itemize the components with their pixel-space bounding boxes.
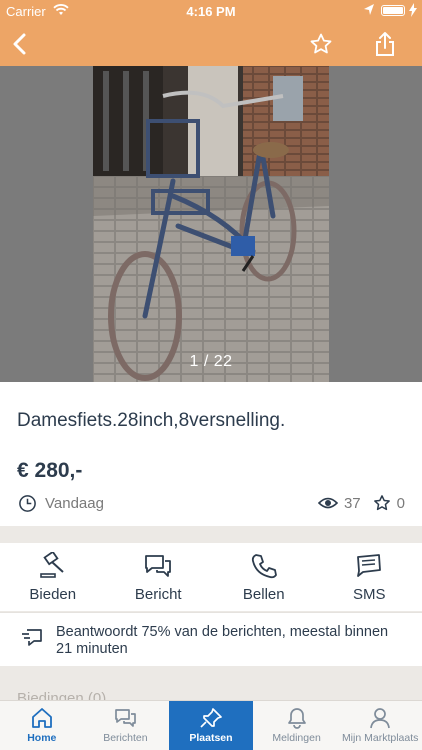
eye-icon bbox=[317, 497, 338, 509]
tab-notifications[interactable]: Meldingen bbox=[255, 701, 339, 750]
tab-home[interactable]: Home bbox=[0, 701, 84, 750]
battery-icon bbox=[381, 5, 405, 16]
tab-bar: Home Berichten Plaatsen Meldingen Mijn M… bbox=[0, 700, 422, 750]
tab-place-ad[interactable]: Plaatsen bbox=[169, 701, 253, 750]
action-label: Bieden bbox=[29, 586, 77, 603]
date-label: Vandaag bbox=[45, 495, 104, 512]
views-count: 37 bbox=[343, 494, 361, 512]
chat-icon bbox=[145, 555, 172, 577]
response-text: Beantwoordt 75% van de berichten, meesta… bbox=[56, 624, 389, 657]
nav-bar bbox=[0, 22, 422, 66]
tab-label: Berichten bbox=[103, 732, 148, 744]
place-ad-icon bbox=[200, 708, 222, 728]
share-button[interactable] bbox=[371, 30, 399, 58]
listing-date: Vandaag bbox=[18, 494, 104, 513]
tab-my-account[interactable]: Mijn Marktplaats bbox=[338, 701, 422, 750]
favorite-button[interactable] bbox=[307, 30, 335, 58]
bell-icon bbox=[287, 708, 306, 729]
photo-gallery[interactable]: 1 / 22 bbox=[0, 66, 422, 382]
phone-icon bbox=[251, 554, 277, 579]
listing-info-card: Damesfiets.28inch,8versnelling. € 280,- … bbox=[0, 382, 422, 526]
location-icon bbox=[363, 3, 375, 20]
status-time: 4:16 PM bbox=[186, 4, 236, 19]
listing-price: € 280,- bbox=[17, 459, 83, 482]
messages-icon bbox=[115, 709, 137, 727]
listing-photo[interactable] bbox=[93, 66, 329, 382]
share-icon bbox=[376, 32, 394, 56]
action-label: Bericht bbox=[134, 586, 182, 603]
bid-button[interactable]: Bieden bbox=[0, 543, 106, 611]
tab-label: Mijn Marktplaats bbox=[341, 732, 419, 744]
fast-reply-icon bbox=[22, 629, 42, 646]
listing-stats: 37 0 bbox=[317, 494, 405, 512]
tab-label: Meldingen bbox=[272, 732, 321, 744]
star-icon bbox=[373, 495, 390, 511]
charging-icon bbox=[409, 3, 417, 20]
listing-title: Damesfiets.28inch,8versnelling. bbox=[17, 410, 286, 431]
tab-messages[interactable]: Berichten bbox=[84, 701, 168, 750]
gavel-icon bbox=[39, 552, 64, 578]
action-label: Bellen bbox=[242, 586, 285, 603]
back-button[interactable] bbox=[6, 30, 34, 58]
call-button[interactable]: Bellen bbox=[211, 543, 317, 611]
home-icon bbox=[31, 708, 52, 728]
tab-label: Home bbox=[27, 732, 57, 744]
star-icon bbox=[310, 33, 332, 54]
sms-button[interactable]: SMS bbox=[317, 543, 422, 611]
sms-icon bbox=[357, 554, 382, 577]
chevron-left-icon bbox=[13, 33, 26, 55]
contact-actions: Bieden Bericht Bellen SMS bbox=[0, 543, 422, 611]
status-bar: Carrier 4:16 PM bbox=[0, 0, 422, 22]
favorites-count: 0 bbox=[396, 494, 405, 512]
photo-counter: 1 / 22 bbox=[189, 353, 233, 370]
seller-response-info: Beantwoordt 75% van de berichten, meesta… bbox=[0, 612, 422, 666]
user-icon bbox=[370, 708, 391, 729]
message-button[interactable]: Bericht bbox=[106, 543, 212, 611]
clock-icon bbox=[19, 495, 36, 512]
tab-label: Plaatsen bbox=[189, 732, 233, 744]
action-label: SMS bbox=[352, 586, 386, 603]
